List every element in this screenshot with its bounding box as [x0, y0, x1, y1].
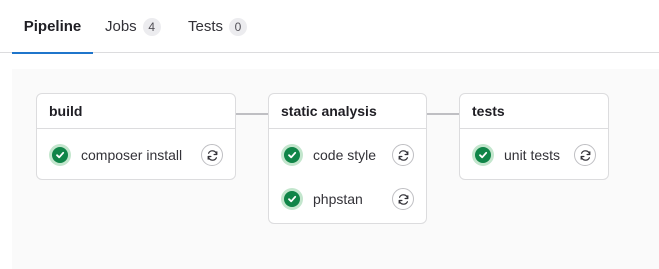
- tests-count-badge: 0: [229, 17, 248, 36]
- stage-title: static analysis: [269, 94, 426, 129]
- retry-button[interactable]: [392, 144, 414, 166]
- retry-button[interactable]: [574, 144, 596, 166]
- tab-jobs-label: Jobs: [105, 18, 137, 35]
- stage-connector: [426, 113, 460, 115]
- tab-pipeline[interactable]: Pipeline: [12, 0, 93, 54]
- tab-tests-label: Tests: [188, 18, 224, 35]
- retry-icon: [398, 193, 408, 205]
- job-name: code style: [313, 147, 377, 163]
- stage-static-analysis: static analysis code style phpstan: [268, 93, 427, 224]
- tab-jobs[interactable]: Jobs 4: [105, 0, 161, 53]
- retry-icon: [580, 149, 590, 161]
- job-name: phpstan: [313, 191, 363, 207]
- job-item[interactable]: phpstan: [269, 183, 426, 215]
- retry-icon: [398, 149, 408, 161]
- status-success-icon: [472, 144, 494, 166]
- job-item[interactable]: composer install: [37, 139, 235, 171]
- job-name: composer install: [81, 147, 183, 163]
- pipeline-tabs: Pipeline Jobs 4 Tests 0: [0, 0, 659, 54]
- job-name: unit tests: [504, 147, 561, 163]
- retry-button[interactable]: [201, 144, 223, 166]
- retry-icon: [207, 149, 217, 161]
- stage-tests: tests unit tests: [459, 93, 609, 180]
- retry-button[interactable]: [392, 188, 414, 210]
- tab-pipeline-label: Pipeline: [23, 18, 82, 35]
- status-success-icon: [281, 188, 303, 210]
- job-item[interactable]: unit tests: [460, 139, 608, 171]
- status-success-icon: [281, 144, 303, 166]
- tab-tests[interactable]: Tests 0: [188, 0, 248, 53]
- stage-title: build: [37, 94, 235, 129]
- stage-title: tests: [460, 94, 608, 129]
- job-item[interactable]: code style: [269, 139, 426, 171]
- stage-build: build composer install: [36, 93, 236, 180]
- stage-connector: [235, 113, 269, 115]
- status-success-icon: [49, 144, 71, 166]
- jobs-count-badge: 4: [142, 17, 161, 36]
